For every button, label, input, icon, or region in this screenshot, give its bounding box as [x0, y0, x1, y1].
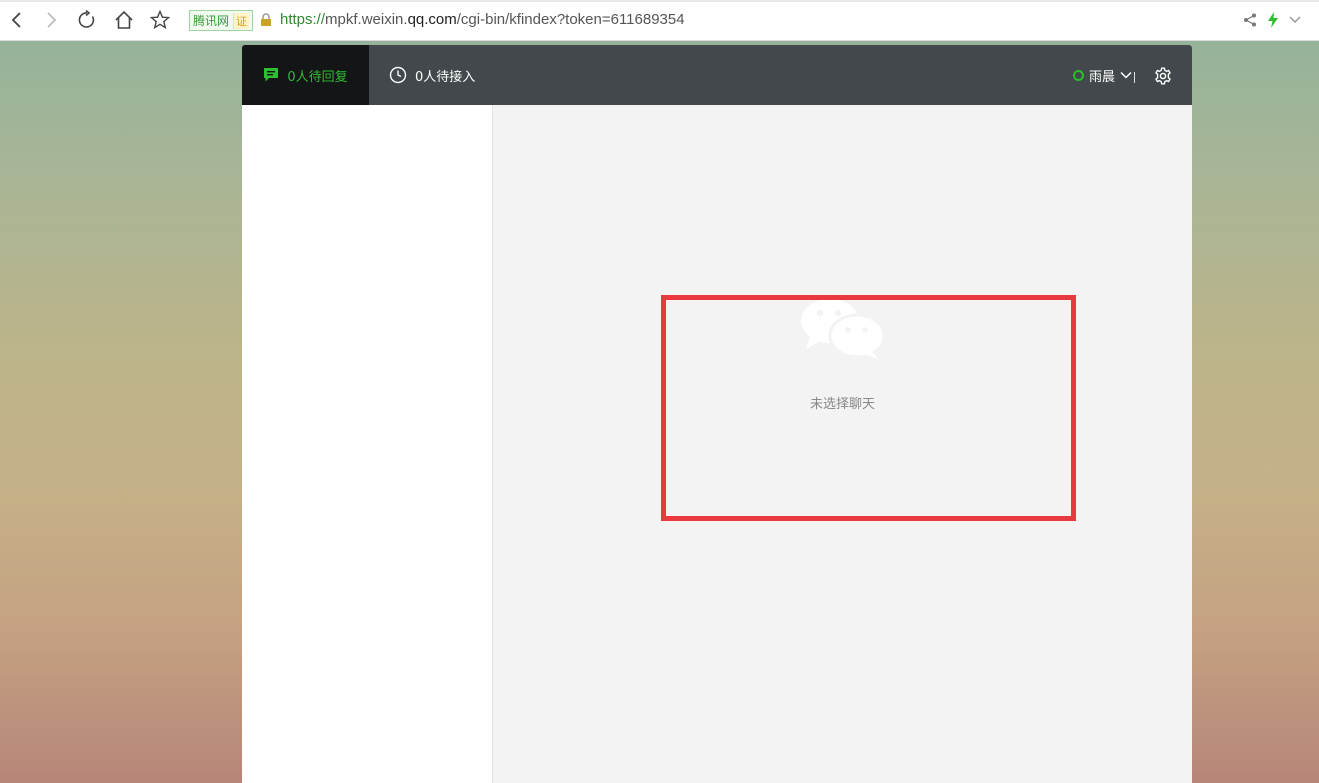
lock-icon[interactable] — [259, 13, 273, 27]
clock-icon — [389, 66, 407, 84]
gear-icon — [1155, 67, 1171, 85]
tab-awaiting-accept-label: 0人待接入 — [415, 69, 476, 85]
url-scheme: https:// — [280, 11, 326, 28]
forward-arrow-icon — [47, 12, 57, 28]
url-subdomain: mpkf.weixin. — [325, 11, 408, 28]
user-name: 雨晨 — [1088, 69, 1115, 85]
user-menu[interactable]: 雨晨 — [1072, 45, 1132, 105]
online-status-dot — [1072, 69, 1084, 81]
chat-bubble-icon — [263, 67, 279, 83]
chevron-down-icon — [1120, 71, 1132, 79]
address-bar[interactable]: https://mpkf.weixin.qq.com/cgi-bin/kfind… — [280, 11, 685, 28]
share-icon[interactable] — [1243, 13, 1257, 27]
cert-mark: 证 — [233, 12, 250, 29]
reload-icon — [78, 10, 95, 28]
url-path: /cgi-bin/kfindex?token=611689354 — [456, 11, 685, 28]
tab-strip — [0, 0, 1319, 2]
conversation-list[interactable] — [242, 105, 493, 783]
home-button[interactable] — [113, 9, 135, 31]
cert-label: 腾讯网 — [193, 14, 230, 28]
annotation-highlight-box — [661, 295, 1076, 521]
back-button[interactable] — [6, 9, 28, 31]
tab-awaiting-reply[interactable]: 0人待回复 — [242, 45, 369, 105]
reload-button[interactable] — [76, 9, 98, 31]
lightning-icon[interactable] — [1267, 12, 1279, 28]
forward-button[interactable] — [40, 9, 62, 31]
home-icon — [115, 10, 133, 29]
app-header: 0人待回复 0人待接入 雨晨 — [242, 45, 1192, 105]
chevron-down-icon[interactable] — [1289, 15, 1301, 25]
certificate-badge[interactable]: 腾讯网 证 — [189, 10, 254, 31]
tab-awaiting-reply-label: 0人待回复 — [287, 69, 348, 85]
browser-toolbar: 腾讯网 证 https://mpkf.weixin.qq.com/cgi-bin… — [0, 0, 1319, 41]
bookmark-button[interactable] — [149, 9, 171, 31]
settings-button[interactable] — [1153, 66, 1173, 86]
tab-awaiting-accept[interactable]: 0人待接入 — [369, 45, 475, 105]
url-domain: qq.com — [407, 11, 457, 28]
back-arrow-icon — [11, 12, 21, 28]
header-divider — [1134, 72, 1135, 83]
star-icon — [150, 10, 170, 30]
browser-right-tools — [1243, 12, 1301, 28]
